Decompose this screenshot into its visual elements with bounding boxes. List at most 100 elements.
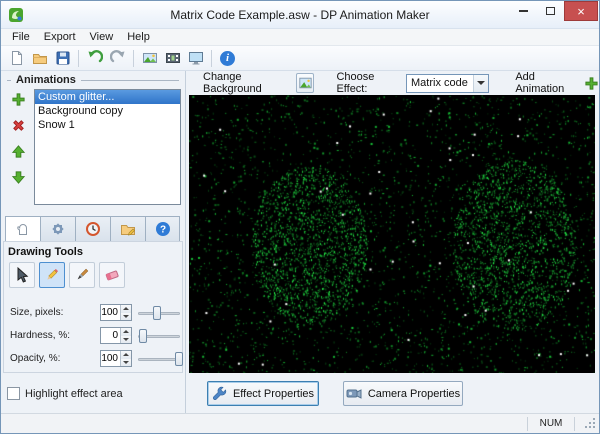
export-video-button[interactable] bbox=[161, 48, 184, 69]
hardness-value[interactable]: 0 bbox=[101, 328, 120, 343]
pencil-tool-button[interactable] bbox=[39, 262, 65, 288]
add-animation-layer-button[interactable] bbox=[8, 89, 28, 109]
cursor-icon bbox=[17, 267, 29, 283]
hardness-spin-up[interactable] bbox=[121, 328, 131, 336]
properties-bar: Effect Properties Camera Properties bbox=[187, 373, 599, 413]
delete-animation-layer-button[interactable] bbox=[8, 115, 28, 135]
opacity-slider-track[interactable] bbox=[138, 358, 180, 361]
drawing-tools-title: Drawing Tools bbox=[8, 246, 83, 258]
tab-help[interactable]: ? bbox=[145, 216, 180, 242]
size-spinner[interactable]: 100 bbox=[100, 304, 132, 321]
opacity-spin-up[interactable] bbox=[121, 351, 131, 359]
picture-icon bbox=[298, 77, 312, 89]
chevron-down-icon[interactable] bbox=[473, 74, 489, 92]
size-value[interactable]: 100 bbox=[101, 305, 120, 320]
maximize-icon bbox=[546, 7, 555, 15]
change-background-image-button[interactable] bbox=[295, 73, 315, 93]
new-document-button[interactable] bbox=[5, 48, 28, 69]
menu-file[interactable]: File bbox=[5, 30, 37, 44]
opacity-value[interactable]: 100 bbox=[101, 351, 120, 366]
brush-tool-button[interactable] bbox=[69, 262, 95, 288]
add-animation-plus-button[interactable] bbox=[584, 76, 599, 91]
export-video-icon bbox=[165, 53, 180, 63]
camera-icon bbox=[346, 388, 362, 399]
menu-help[interactable]: Help bbox=[120, 30, 157, 44]
tab-drawing[interactable] bbox=[5, 216, 40, 242]
plus-icon bbox=[11, 92, 25, 106]
close-icon: × bbox=[577, 3, 585, 19]
close-button[interactable]: × bbox=[564, 1, 598, 21]
effect-dropdown[interactable]: Matrix code bbox=[406, 73, 490, 93]
effect-properties-button[interactable]: Effect Properties bbox=[207, 381, 319, 406]
content-area: Animations Custom glitter... Background … bbox=[1, 71, 599, 413]
size-slider-thumb[interactable] bbox=[152, 306, 161, 320]
add-image-button[interactable] bbox=[138, 48, 161, 69]
tab-settings[interactable] bbox=[40, 216, 75, 242]
opacity-spin-down[interactable] bbox=[121, 358, 131, 366]
brush-icon bbox=[77, 268, 89, 280]
preview-panel: Change Background Choose Effect: Matrix … bbox=[187, 71, 599, 413]
camera-properties-button[interactable]: Camera Properties bbox=[343, 381, 463, 406]
info-icon: i bbox=[220, 50, 235, 66]
preview-canvas[interactable] bbox=[189, 95, 595, 373]
wrench-icon bbox=[212, 386, 227, 400]
opacity-spinner[interactable]: 100 bbox=[100, 350, 132, 367]
preview-screen-icon bbox=[188, 52, 203, 65]
maximize-button[interactable] bbox=[537, 1, 564, 21]
resize-grip[interactable] bbox=[584, 417, 597, 430]
highlight-effect-row: Highlight effect area bbox=[7, 387, 123, 400]
undo-button[interactable] bbox=[83, 48, 106, 69]
opacity-slider[interactable] bbox=[138, 352, 183, 366]
toolbar-separator bbox=[133, 49, 134, 67]
effect-bar: Change Background Choose Effect: Matrix … bbox=[187, 71, 599, 95]
change-background-button[interactable]: Change Background bbox=[203, 71, 292, 95]
titlebar[interactable]: Matrix Code Example.asw - DP Animation M… bbox=[1, 1, 599, 29]
add-animation-button[interactable]: Add Animation bbox=[515, 71, 578, 95]
list-item[interactable]: Background copy bbox=[35, 104, 180, 118]
hardness-slider-thumb[interactable] bbox=[138, 329, 147, 343]
glove-icon bbox=[17, 224, 27, 235]
tab-timing[interactable] bbox=[75, 216, 110, 242]
tab-files[interactable] bbox=[110, 216, 145, 242]
redo-icon bbox=[109, 50, 124, 63]
plus-icon bbox=[585, 76, 598, 90]
help-icon: ? bbox=[155, 222, 170, 236]
save-button[interactable] bbox=[51, 48, 74, 69]
toolbar-separator bbox=[78, 49, 79, 67]
list-item[interactable]: Custom glitter... bbox=[35, 90, 180, 104]
undo-icon bbox=[88, 50, 103, 63]
move-layer-down-button[interactable] bbox=[8, 167, 28, 187]
menu-export[interactable]: Export bbox=[37, 30, 83, 44]
animation-layers-list: Custom glitter... Background copy Snow 1 bbox=[34, 89, 181, 205]
size-row: Size, pixels: 100 bbox=[8, 304, 180, 322]
arrow-down-icon bbox=[11, 170, 25, 184]
opacity-slider-thumb[interactable] bbox=[174, 352, 183, 366]
toolbar-separator bbox=[211, 49, 212, 67]
size-spin-up[interactable] bbox=[121, 305, 131, 313]
list-item[interactable]: Snow 1 bbox=[35, 118, 180, 132]
preview-screen-button[interactable] bbox=[184, 48, 207, 69]
highlight-effect-checkbox[interactable] bbox=[7, 387, 20, 400]
arrow-up-icon bbox=[11, 144, 25, 158]
eraser-tool-button[interactable] bbox=[99, 262, 125, 288]
size-spin-down[interactable] bbox=[121, 312, 131, 320]
minimize-button[interactable] bbox=[510, 1, 537, 21]
hardness-spinner[interactable]: 0 bbox=[100, 327, 132, 344]
hardness-label: Hardness, %: bbox=[10, 330, 71, 341]
open-file-icon bbox=[32, 54, 47, 64]
save-icon bbox=[56, 51, 69, 65]
hardness-spin-down[interactable] bbox=[121, 335, 131, 343]
choose-effect-label: Choose Effect: bbox=[336, 71, 375, 95]
select-tool-button[interactable] bbox=[9, 262, 35, 288]
highlight-effect-label: Highlight effect area bbox=[25, 387, 123, 400]
info-button[interactable]: i bbox=[216, 48, 239, 69]
hardness-slider[interactable] bbox=[138, 329, 180, 343]
animations-title: Animations bbox=[16, 74, 76, 86]
main-toolbar: i bbox=[1, 46, 599, 71]
status-num-indicator: NUM bbox=[539, 418, 563, 429]
open-file-button[interactable] bbox=[28, 48, 51, 69]
size-slider[interactable] bbox=[138, 306, 180, 320]
move-layer-up-button[interactable] bbox=[8, 141, 28, 161]
menu-view[interactable]: View bbox=[83, 30, 121, 44]
redo-button[interactable] bbox=[106, 48, 129, 69]
